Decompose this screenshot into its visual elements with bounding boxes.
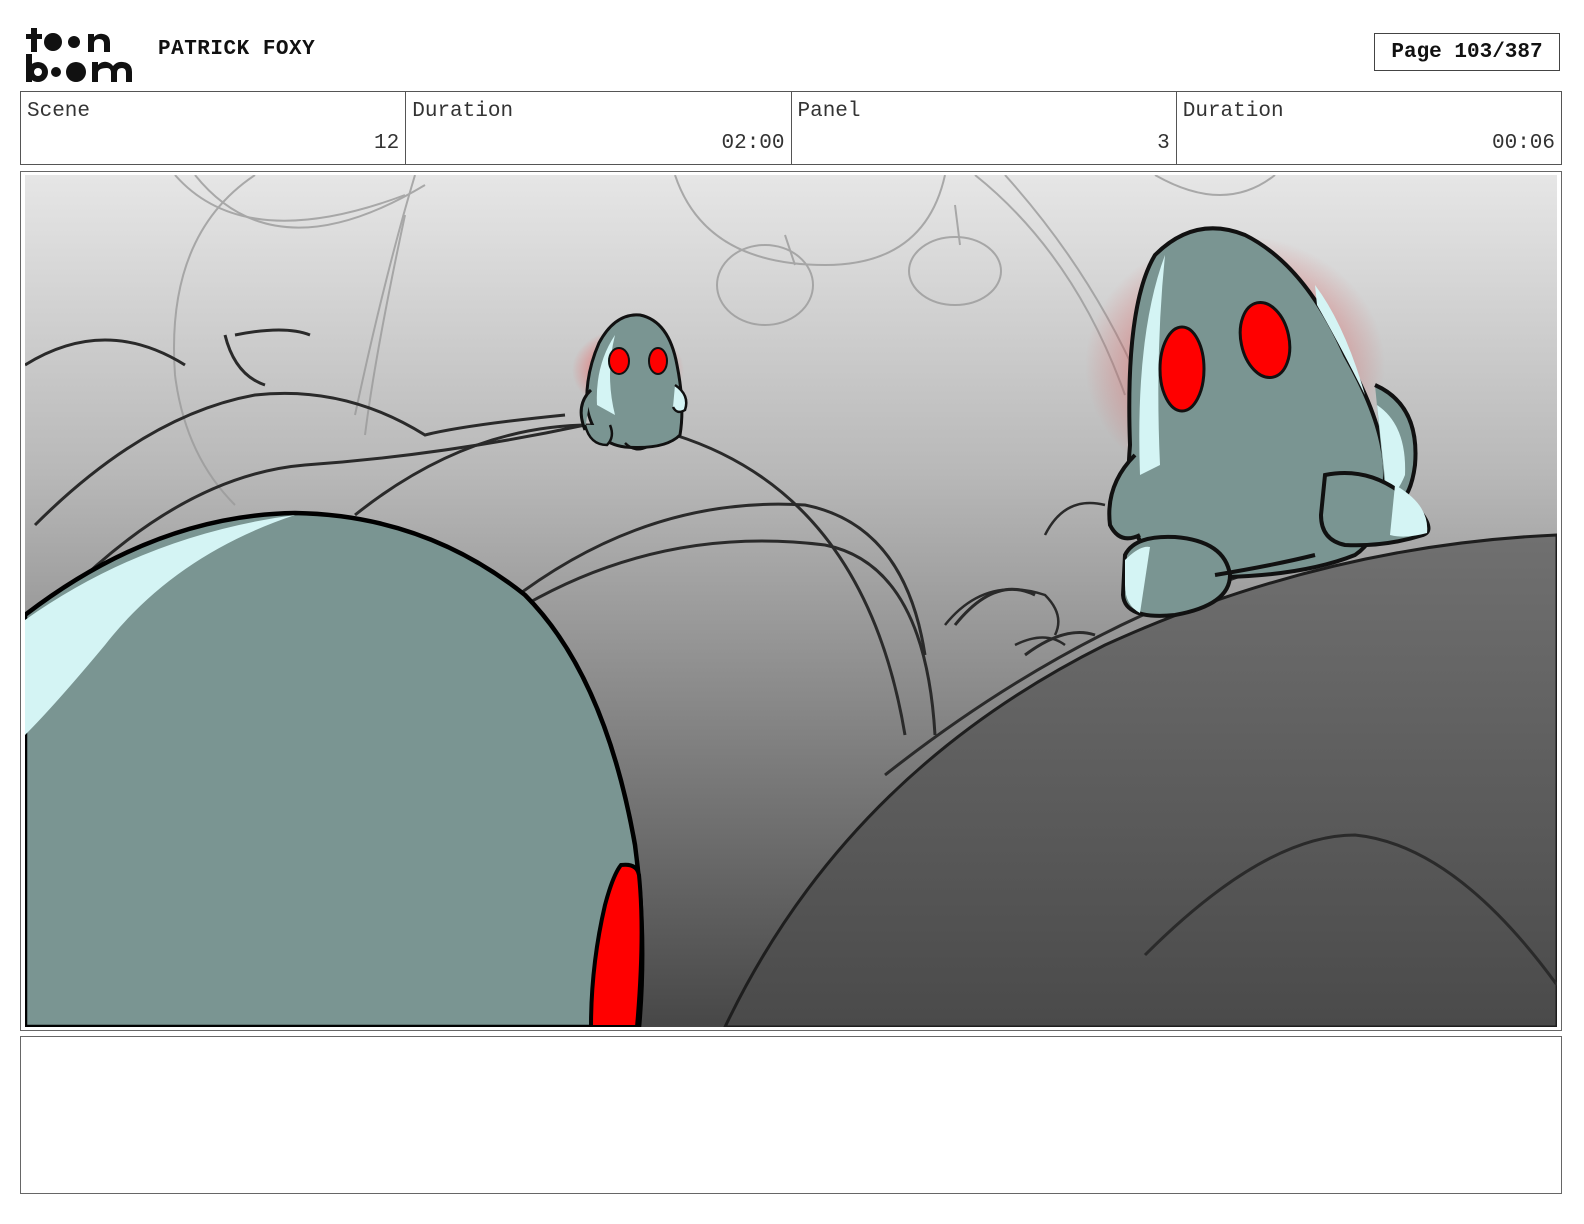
panel-cell: Panel 3 [792,92,1177,164]
toonboom-logo [26,28,132,82]
scene-label: Scene [27,100,91,123]
scene-info-table: Scene 12 Duration 02:00 Panel 3 Duration… [20,91,1562,165]
panel-duration-value: 00:06 [1491,132,1555,155]
panel-value: 3 [1157,132,1170,155]
storyboard-panel [20,171,1562,1031]
panel-illustration [25,175,1557,1027]
scene-duration-value: 02:00 [721,132,785,155]
panel-duration-label: Duration [1182,100,1284,123]
author-name: PATRICK FOXY [158,38,316,61]
panel-label: Panel [797,100,861,123]
panel-notes-box[interactable] [20,1036,1562,1194]
scene-cell: Scene 12 [21,92,407,164]
panel-duration-cell: Duration 00:06 [1177,92,1561,164]
scene-value: 12 [374,132,400,155]
page-indicator: Page 103/387 [1374,33,1560,71]
scene-duration-cell: Duration 02:00 [406,92,792,164]
scene-duration-label: Duration [412,100,514,123]
